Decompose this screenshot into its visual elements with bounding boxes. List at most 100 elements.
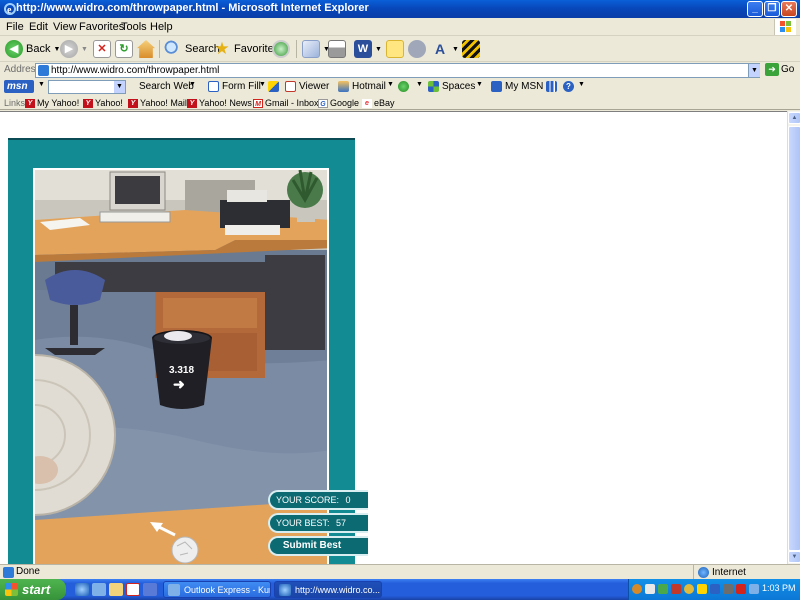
link-gmail-inbox[interactable]: M Gmail - Inbox: [253, 98, 319, 108]
minimize-button[interactable]: _: [747, 1, 763, 17]
vertical-scrollbar[interactable]: ▲ ▼: [787, 111, 800, 564]
menu-file[interactable]: File: [6, 21, 24, 33]
quicklaunch-desktop-icon[interactable]: [92, 583, 106, 596]
tray-expand-icon[interactable]: [632, 584, 642, 594]
clock[interactable]: 1:03 PM: [762, 583, 796, 593]
search-button[interactable]: Search: [164, 39, 220, 59]
windows-logo-icon: [774, 19, 796, 35]
spaces-icon: [428, 81, 439, 92]
msn-dropdown-icon[interactable]: ▼: [38, 81, 45, 88]
messenger-button[interactable]: [408, 39, 426, 59]
window-title: http://www.widro.com/throwpaper.html - M…: [16, 2, 369, 14]
link-yahoo[interactable]: Y Yahoo!: [83, 98, 123, 108]
quicklaunch-app-icon[interactable]: [143, 583, 157, 596]
start-button[interactable]: start: [0, 579, 66, 600]
search-web-dropdown-icon[interactable]: ▼: [189, 81, 196, 88]
stop-button[interactable]: ✕: [93, 39, 111, 59]
menu-favorites[interactable]: Favorites: [79, 21, 124, 33]
forward-button[interactable]: ▶ ▼: [60, 39, 88, 59]
menu-view[interactable]: View: [53, 21, 77, 33]
link-yahoo-mail[interactable]: Y Yahoo! Mail: [128, 98, 187, 108]
msn-search-input[interactable]: ▼: [48, 80, 126, 94]
your-best-display: YOUR BEST: 57: [268, 513, 368, 533]
back-button[interactable]: ◀ Back ▼: [5, 39, 60, 59]
menu-help[interactable]: Help: [150, 21, 173, 33]
quicklaunch-folder-icon[interactable]: [109, 583, 123, 596]
my-msn-button[interactable]: My MSN: [491, 81, 543, 92]
messenger-dropdown-icon[interactable]: ▼: [416, 81, 423, 88]
globe-icon: [698, 567, 709, 578]
mail-button[interactable]: ▼: [302, 39, 330, 59]
home-button[interactable]: [137, 39, 155, 59]
translate-dropdown-icon[interactable]: ▼: [452, 46, 459, 53]
history-button[interactable]: [272, 39, 290, 59]
hotmail-button[interactable]: Hotmail: [338, 81, 386, 92]
form-fill-icon: [208, 81, 219, 92]
spaces-button[interactable]: Spaces: [428, 81, 475, 92]
task-outlook-express[interactable]: Outlook Express - Kur...: [163, 581, 271, 598]
tray-app-icon[interactable]: [684, 584, 694, 594]
internet-explorer-icon: [279, 584, 291, 596]
hotmail-dropdown-icon[interactable]: ▼: [387, 81, 394, 88]
msn-search-dropdown-icon[interactable]: ▼: [114, 81, 125, 93]
msn-help-dropdown-icon[interactable]: ▼: [578, 81, 585, 88]
go-button[interactable]: ➜ Go: [765, 63, 794, 76]
messenger-buddy-button[interactable]: [398, 81, 409, 92]
yahoo-y-icon: Y: [187, 98, 197, 108]
address-url[interactable]: http://www.widro.com/throwpaper.html: [51, 65, 219, 76]
outlook-express-icon: [168, 584, 180, 596]
close-button[interactable]: ✕: [781, 1, 797, 17]
tray-star-icon[interactable]: [697, 584, 707, 594]
menu-edit[interactable]: Edit: [29, 21, 48, 33]
viewer-button[interactable]: Viewer: [285, 81, 329, 92]
highlight-button[interactable]: [268, 81, 279, 92]
translate-button[interactable]: A ▼: [431, 39, 459, 59]
edit-dropdown-icon[interactable]: ▼: [375, 46, 382, 53]
task-internet-explorer[interactable]: http://www.widro.co...: [274, 581, 382, 598]
address-dropdown-icon[interactable]: ▼: [748, 64, 760, 77]
maximize-button[interactable]: ❐: [764, 1, 780, 17]
msn-logo[interactable]: msn: [4, 80, 34, 93]
tray-monitor-icon[interactable]: [710, 584, 720, 594]
msn-tools-button[interactable]: [546, 81, 557, 92]
tray-antivirus-icon[interactable]: [671, 584, 681, 594]
tray-network-icon[interactable]: [645, 584, 655, 594]
scroll-down-arrow-icon[interactable]: ▼: [788, 551, 800, 563]
page-loaded-icon: [3, 567, 14, 578]
favorites-button[interactable]: ★ Favorites: [213, 39, 279, 59]
menu-tools[interactable]: Tools: [121, 21, 147, 33]
tray-messenger-icon[interactable]: [658, 584, 668, 594]
tray-volume-icon[interactable]: [723, 584, 733, 594]
forward-arrow-icon: ▶: [60, 40, 78, 58]
forward-dropdown-icon[interactable]: ▼: [81, 46, 88, 53]
scroll-up-arrow-icon[interactable]: ▲: [788, 112, 800, 124]
spaces-dropdown-icon[interactable]: ▼: [476, 81, 483, 88]
refresh-button[interactable]: ↻: [115, 39, 133, 59]
status-bar: Done Internet: [0, 564, 800, 580]
internet-explorer-icon: e: [4, 3, 16, 16]
quicklaunch-ie-icon[interactable]: [75, 583, 89, 596]
discuss-button[interactable]: [386, 39, 404, 59]
scroll-thumb[interactable]: [788, 126, 800, 551]
wind-arrow-icon: ➜: [173, 376, 185, 392]
research-button[interactable]: [462, 39, 480, 59]
print-button[interactable]: [328, 39, 346, 59]
form-fill-button[interactable]: Form Fill: [208, 81, 261, 92]
link-google[interactable]: G Google: [318, 98, 359, 108]
link-my-yahoo[interactable]: Y My Yahoo!: [25, 98, 79, 108]
font-a-icon: A: [434, 41, 446, 57]
taskbar: start Outlook Express - Kur... http://ww…: [0, 579, 800, 600]
address-input[interactable]: http://www.widro.com/throwpaper.html ▼: [35, 63, 760, 78]
tray-gmail-icon[interactable]: [736, 584, 746, 594]
quicklaunch-gmail-icon[interactable]: [126, 583, 140, 596]
tray-display-icon[interactable]: [749, 584, 759, 594]
throw-paper-game[interactable]: 3.318 ➜ YOUR SCORE: 0 YOUR BEST: 57 Subm…: [8, 138, 368, 564]
msn-help-button[interactable]: ?: [563, 81, 574, 92]
edit-button[interactable]: W ▼: [354, 39, 382, 59]
search-web-button[interactable]: Search Web: [139, 81, 194, 92]
form-fill-dropdown-icon[interactable]: ▼: [259, 81, 266, 88]
link-yahoo-news[interactable]: Y Yahoo! News: [187, 98, 252, 108]
link-ebay[interactable]: e eBay: [362, 98, 395, 108]
submit-best-button[interactable]: Submit Best: [268, 536, 368, 556]
mail-icon: [302, 40, 320, 58]
